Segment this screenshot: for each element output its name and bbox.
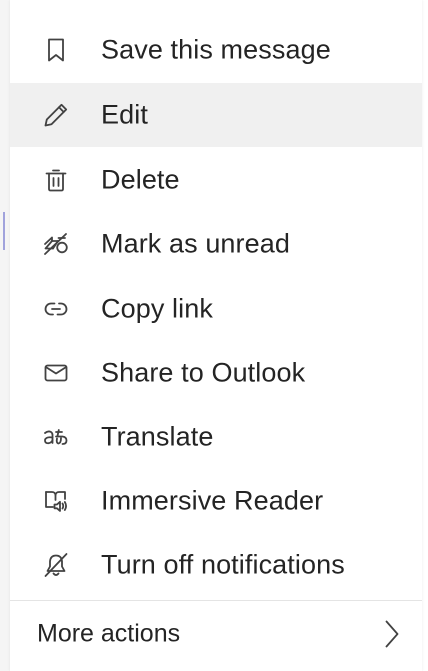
menu-item-save-this-message[interactable]: Save this message <box>10 18 422 82</box>
pencil-icon <box>42 101 70 129</box>
background-accent-mark <box>3 212 5 250</box>
bell-off-icon <box>42 551 70 579</box>
link-icon <box>42 295 70 323</box>
background-chat-edge <box>0 0 10 671</box>
bookmark-icon <box>42 36 70 64</box>
menu-item-label: Edit <box>101 99 148 130</box>
menu-item-label: Translate <box>101 421 214 452</box>
menu-item-label: Save this message <box>101 34 331 65</box>
immersive-reader-icon <box>42 487 70 515</box>
more-actions-button[interactable]: More actions <box>10 601 422 667</box>
menu-item-label: Copy link <box>101 293 213 324</box>
more-actions-label: More actions <box>37 619 181 648</box>
menu-item-label: Turn off notifications <box>101 549 345 580</box>
menu-item-label: Share to Outlook <box>101 357 306 388</box>
mark-unread-icon <box>42 230 70 258</box>
menu-item-delete[interactable]: Delete <box>10 148 422 212</box>
trash-icon <box>42 166 70 194</box>
page: Save this message Edit Delete Mark as un… <box>0 0 428 671</box>
menu-item-translate[interactable]: Translate <box>10 405 422 469</box>
chevron-right-icon <box>384 619 400 649</box>
translate-icon <box>42 423 70 451</box>
menu-item-label: Immersive Reader <box>101 485 324 516</box>
menu-item-label: Mark as unread <box>101 228 290 259</box>
menu-item-immersive-reader[interactable]: Immersive Reader <box>10 469 422 533</box>
menu-item-mark-as-unread[interactable]: Mark as unread <box>10 212 422 276</box>
menu-item-label: Delete <box>101 164 180 195</box>
message-context-menu: Save this message Edit Delete Mark as un… <box>10 0 422 671</box>
mail-icon <box>42 359 70 387</box>
menu-item-share-to-outlook[interactable]: Share to Outlook <box>10 341 422 405</box>
menu-item-turn-off-notifications[interactable]: Turn off notifications <box>10 533 422 597</box>
menu-item-copy-link[interactable]: Copy link <box>10 277 422 341</box>
menu-item-edit[interactable]: Edit <box>10 83 422 147</box>
